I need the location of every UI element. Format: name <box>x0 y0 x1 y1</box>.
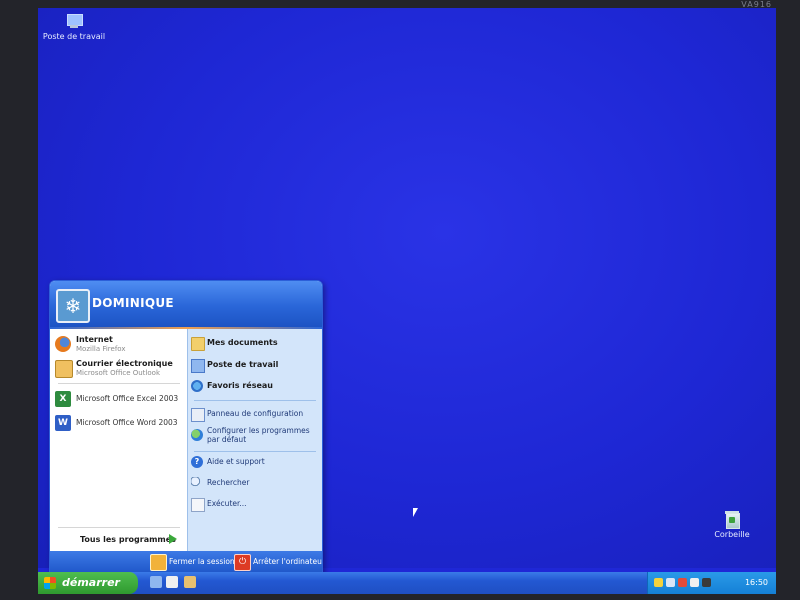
monitor-bezel: VA916 Poste de travail Corbeille ❄ DOMIN… <box>0 0 800 600</box>
windows-logo-icon <box>44 577 56 589</box>
tool-item-run[interactable]: Exécuter... <box>191 495 321 515</box>
shutdown-label: Arrêter l'ordinateur <box>253 557 323 566</box>
system-item-control-panel[interactable]: Panneau de configuration <box>191 405 321 425</box>
firefox-icon <box>55 336 71 352</box>
start-menu-left-pane: Internet Mozilla Firefox Courrier électr… <box>50 329 187 551</box>
pinned-item-subtitle: Mozilla Firefox <box>76 345 126 353</box>
logoff-label: Fermer la session <box>169 557 235 566</box>
pinned-item-subtitle: Microsoft Office Outlook <box>76 369 160 377</box>
all-programs-label[interactable]: Tous les programmes <box>80 535 176 544</box>
control-panel-icon <box>191 408 205 422</box>
tool-item-help[interactable]: ? Aide et support <box>191 453 321 473</box>
pinned-item-title: Courrier électronique <box>76 359 173 368</box>
desktop-icon-label: Corbeille <box>714 530 750 539</box>
start-menu-footer: Fermer la session ⏻ Arrêter l'ordinateur <box>50 551 322 573</box>
recent-item-label: Microsoft Office Word 2003 <box>76 418 178 427</box>
desktop-icon-my-computer[interactable]: Poste de travail <box>38 14 114 41</box>
desktop-icon-label: Poste de travail <box>42 32 106 41</box>
user-name: DOMINIQUE <box>92 296 174 310</box>
place-item-my-documents[interactable]: Mes documents <box>191 334 321 354</box>
recent-item-word[interactable]: W Microsoft Office Word 2003 <box>55 413 187 435</box>
system-item-label: Panneau de configuration <box>207 409 304 418</box>
folder-icon <box>191 337 205 351</box>
system-item-default-programs[interactable]: Configurer les programmes par défaut <box>191 423 321 449</box>
media-player-icon[interactable] <box>184 576 196 588</box>
computer-icon <box>191 359 205 373</box>
separator <box>194 400 316 401</box>
mail-icon <box>55 360 73 378</box>
logoff-key-icon <box>150 554 167 571</box>
separator <box>58 383 180 384</box>
place-item-label: Poste de travail <box>207 360 279 369</box>
pinned-item-internet[interactable]: Internet Mozilla Firefox <box>55 334 187 356</box>
start-menu: ❄ DOMINIQUE Internet Mozilla Firefox Cou… <box>49 280 323 574</box>
run-icon <box>191 498 205 512</box>
pinned-item-email[interactable]: Courrier électronique Microsoft Office O… <box>55 358 187 380</box>
help-icon: ? <box>191 456 203 468</box>
desktop-icon-recycle-bin[interactable]: Corbeille <box>692 510 772 539</box>
tray-app-icon[interactable] <box>690 578 699 587</box>
start-button-label: démarrer <box>62 576 120 589</box>
mouse-pointer <box>413 508 418 517</box>
recent-item-label: Microsoft Office Excel 2003 <box>76 394 179 403</box>
start-menu-right-pane: Mes documents Poste de travail Favoris r… <box>187 329 322 551</box>
word-icon: W <box>55 415 71 431</box>
recent-item-excel[interactable]: X Microsoft Office Excel 2003 <box>55 389 187 411</box>
place-item-my-computer[interactable]: Poste de travail <box>191 356 321 376</box>
power-icon: ⏻ <box>234 554 251 571</box>
place-item-label: Mes documents <box>207 338 278 347</box>
search-icon <box>191 477 203 489</box>
volume-icon[interactable] <box>678 578 687 587</box>
network-icon[interactable] <box>666 578 675 587</box>
screen: Poste de travail Corbeille ❄ DOMINIQUE I… <box>38 8 776 594</box>
user-avatar[interactable]: ❄ <box>56 289 90 323</box>
pinned-item-title: Internet <box>76 335 113 344</box>
taskbar: démarrer 16:50 <box>38 572 776 594</box>
all-programs-arrow-icon[interactable] <box>169 534 177 544</box>
tool-item-label: Exécuter... <box>207 499 247 508</box>
security-shield-icon[interactable] <box>654 578 663 587</box>
safely-remove-icon[interactable] <box>702 578 711 587</box>
tool-item-search[interactable]: Rechercher <box>191 474 321 494</box>
tool-item-label: Rechercher <box>207 478 250 487</box>
system-tray: 16:50 <box>647 572 776 594</box>
taskbar-clock[interactable]: 16:50 <box>745 578 768 587</box>
separator <box>58 527 180 528</box>
start-button[interactable]: démarrer <box>38 572 138 594</box>
place-item-network[interactable]: Favoris réseau <box>191 377 321 397</box>
my-computer-icon <box>64 14 84 30</box>
place-item-label: Favoris réseau <box>207 381 273 390</box>
system-item-label: Configurer les programmes par défaut <box>207 426 310 444</box>
network-icon <box>191 380 203 392</box>
recycle-bin-icon <box>724 510 740 529</box>
desktop[interactable]: Poste de travail Corbeille ❄ DOMINIQUE I… <box>38 8 776 574</box>
tool-item-label: Aide et support <box>207 457 265 466</box>
internet-explorer-icon[interactable] <box>166 576 178 588</box>
start-menu-header: ❄ DOMINIQUE <box>50 281 322 327</box>
excel-icon: X <box>55 391 71 407</box>
separator <box>194 451 316 452</box>
default-programs-icon <box>191 429 203 441</box>
show-desktop-icon[interactable] <box>150 576 162 588</box>
